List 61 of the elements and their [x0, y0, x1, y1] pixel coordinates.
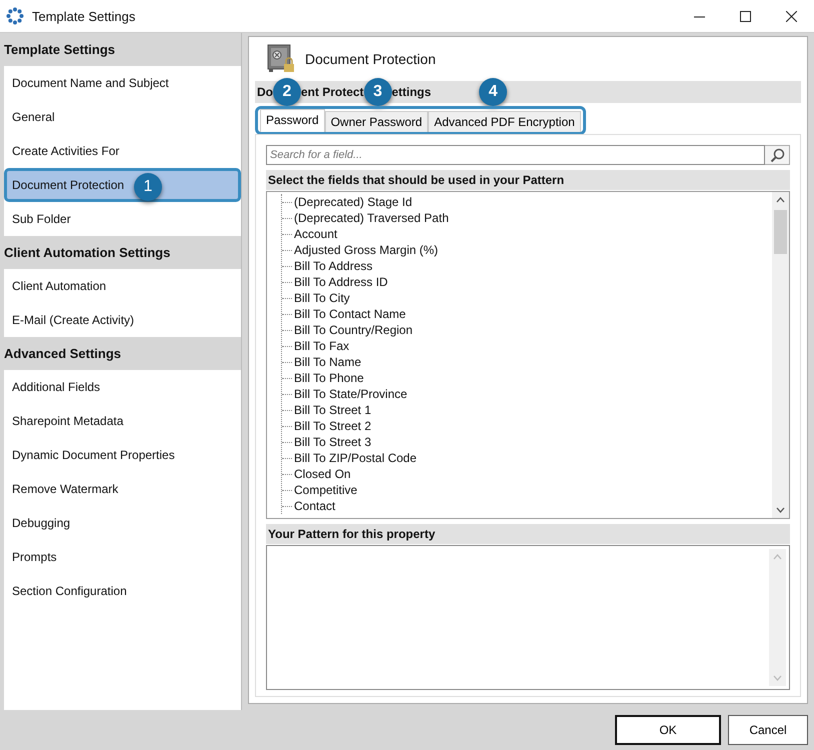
sidebar-item[interactable]: Sub Folder: [4, 202, 241, 236]
tree-item[interactable]: Account: [294, 227, 338, 241]
section-heading-fragment: Do: [257, 85, 273, 99]
tree-item[interactable]: Bill To Name: [294, 355, 362, 369]
tab[interactable]: Advanced PDF Encryption: [428, 111, 581, 132]
tree-item[interactable]: Bill To State/Province: [294, 387, 408, 401]
sidebar-item[interactable]: E-Mail (Create Activity): [4, 303, 241, 337]
scroll-up-icon[interactable]: [776, 197, 785, 203]
sidebar-item[interactable]: Prompts: [4, 540, 241, 574]
sidebar-item[interactable]: Create Activities For: [4, 134, 241, 168]
scrollbar[interactable]: [772, 192, 789, 518]
tree-item[interactable]: Closed On: [294, 467, 351, 481]
tree-item[interactable]: Bill To Street 3: [294, 435, 372, 449]
cancel-button[interactable]: Cancel: [728, 715, 808, 745]
sidebar-item[interactable]: General: [4, 100, 241, 134]
sidebar-item[interactable]: Document Name and Subject: [4, 66, 241, 100]
tree-item[interactable]: Adjusted Gross Margin (%): [294, 243, 438, 257]
window-title: Template Settings: [32, 8, 136, 24]
tree-item[interactable]: Contact: [294, 499, 336, 513]
tree-item[interactable]: Bill To Street 1: [294, 403, 372, 417]
tree-item[interactable]: Bill To ZIP/Postal Code: [294, 451, 417, 465]
fields-heading: Select the fields that should be used in your Pattern: [266, 170, 790, 190]
tree-item[interactable]: Bill To Fax: [294, 339, 350, 353]
maximize-icon: [740, 10, 750, 22]
close-icon: [786, 10, 796, 22]
ok-button[interactable]: OK: [615, 715, 721, 745]
tree-item[interactable]: Bill To Country/Region: [294, 323, 413, 337]
search-icon: [770, 148, 784, 162]
sidebar-item[interactable]: Additional Fields: [4, 370, 241, 404]
tree-item[interactable]: Bill To Address ID: [294, 275, 388, 289]
sidebar-item[interactable]: Document Protection 1: [4, 168, 241, 202]
sidebar-item[interactable]: Sharepoint Metadata: [4, 404, 241, 438]
tree-item[interactable]: Bill To Street 2: [294, 419, 372, 433]
sidebar-item[interactable]: Client Automation: [4, 269, 241, 303]
section-heading-fragment: ettings: [392, 85, 432, 99]
app-logo-icon: [6, 7, 24, 25]
step-badge: 1: [134, 173, 162, 201]
safe-lock-icon: [267, 44, 297, 74]
tree-item[interactable]: Competitive: [294, 483, 358, 497]
section-heading-fragment: ent Protect: [301, 85, 364, 99]
search-field[interactable]: Search for a field...: [266, 145, 765, 165]
sidebar-item[interactable]: Section Configuration: [4, 574, 241, 608]
tree-item[interactable]: (Deprecated) Stage Id: [294, 195, 412, 209]
tree-item[interactable]: Bill To City: [294, 291, 350, 305]
tab[interactable]: Password: [260, 109, 325, 132]
step-badge: 3: [364, 78, 392, 106]
sidebar-item[interactable]: Dynamic Document Properties: [4, 438, 241, 472]
search-button[interactable]: [765, 145, 790, 165]
scroll-thumb[interactable]: [774, 210, 787, 254]
sidebar-item[interactable]: Debugging: [4, 506, 241, 540]
step-badge: 2: [273, 78, 301, 106]
tree-item[interactable]: (Deprecated) Traversed Path: [294, 211, 449, 225]
pattern-heading: Your Pattern for this property: [266, 524, 790, 544]
tab[interactable]: Owner Password: [324, 111, 428, 132]
tree-item[interactable]: Bill To Address: [294, 259, 372, 273]
section-title: Document Protection: [305, 51, 436, 67]
tree-item[interactable]: Bill To Phone: [294, 371, 364, 385]
sidebar-item[interactable]: Remove Watermark: [4, 472, 241, 506]
tree-item[interactable]: Bill To Contact Name: [294, 307, 406, 321]
scroll-down-icon[interactable]: [776, 507, 785, 513]
step-badge: 4: [479, 78, 508, 106]
